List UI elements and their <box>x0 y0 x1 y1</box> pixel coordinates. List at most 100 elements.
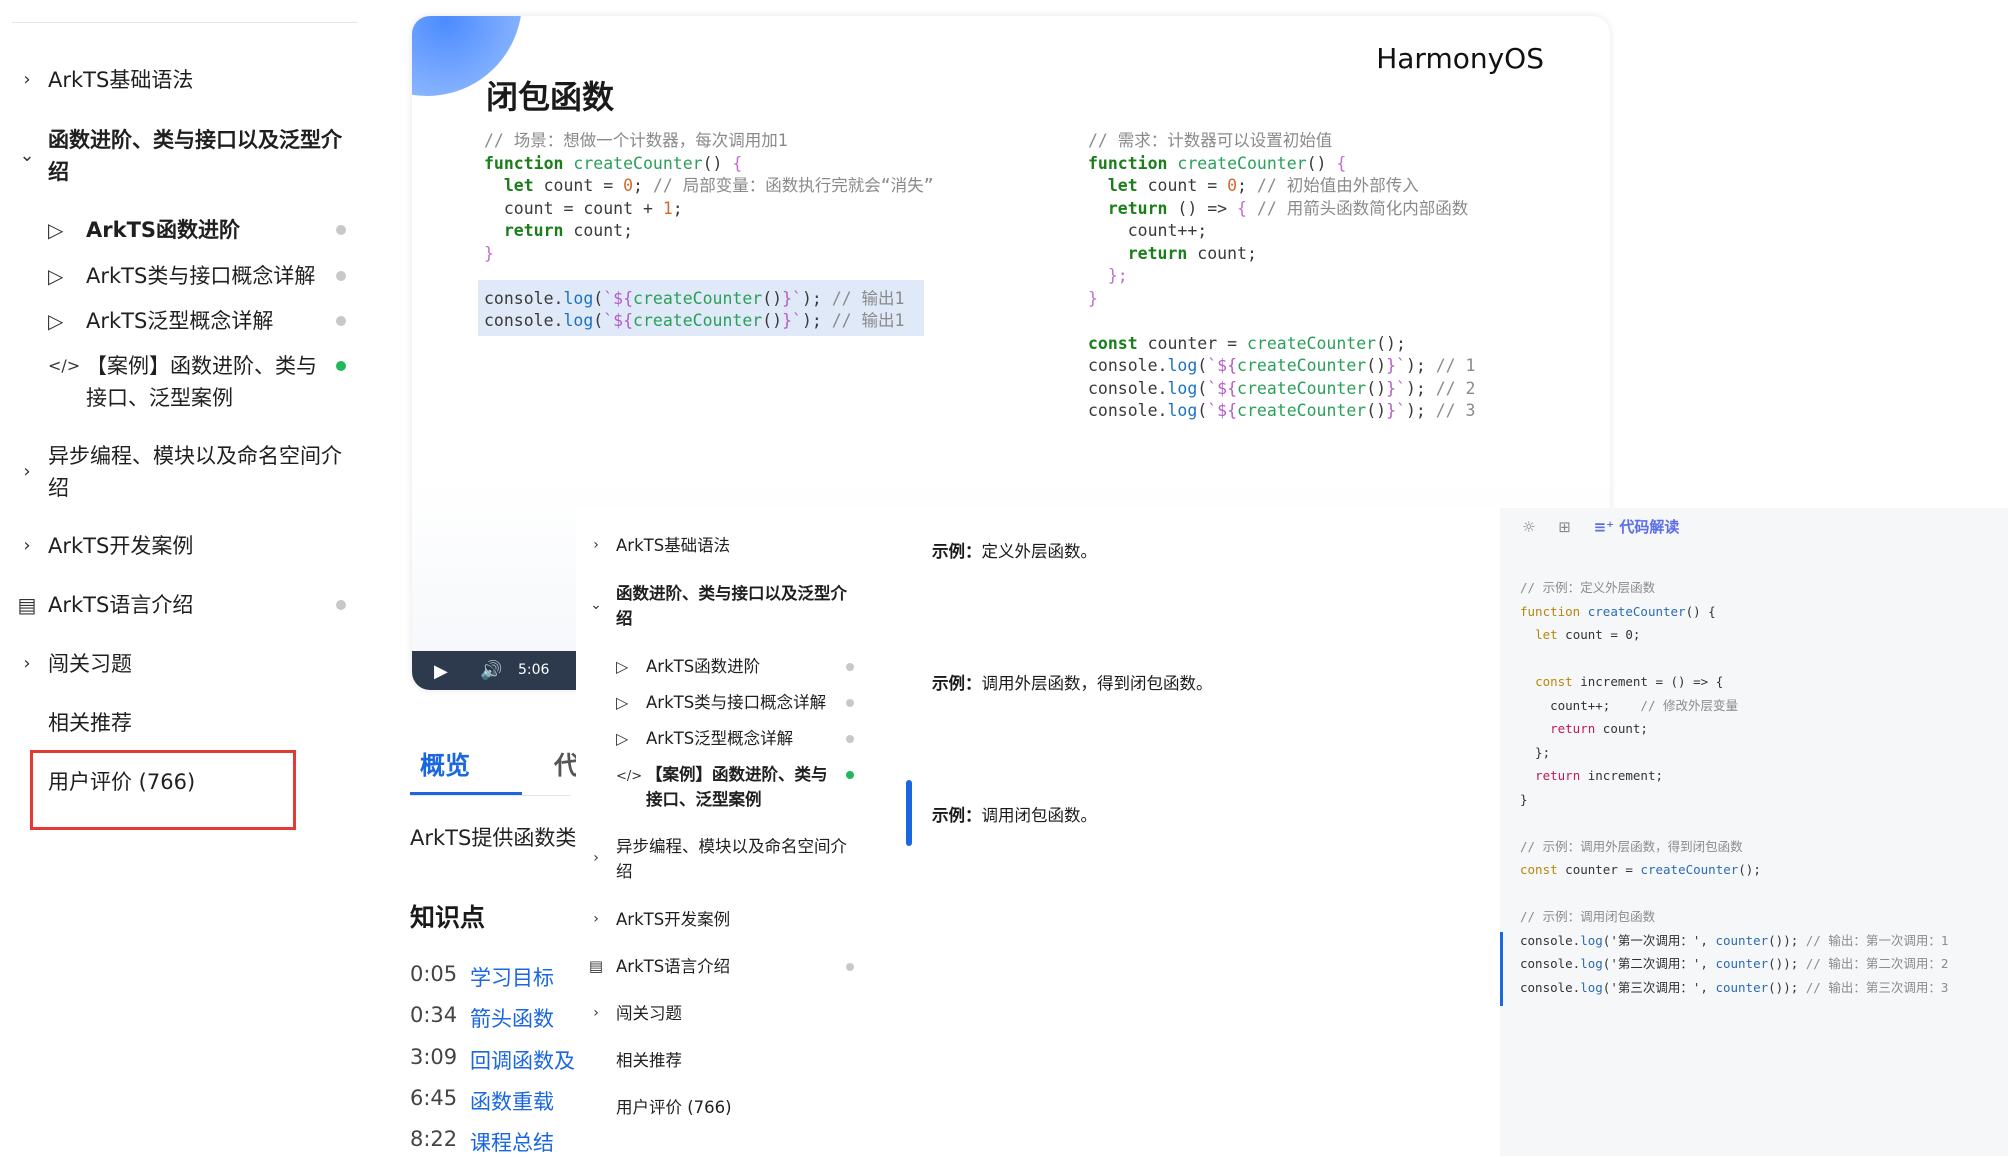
play-outline-icon: ▷ <box>616 693 629 712</box>
popup-item-label: ArkTS开发案例 <box>616 910 731 929</box>
document-icon: ▤ <box>588 957 604 975</box>
popup-item-label: 【案例】函数进阶、类与 <box>646 765 828 784</box>
kp-link[interactable]: 回调函数及 <box>470 1045 575 1075</box>
sidebar-item-label: ArkTS语言介绍 <box>48 593 194 617</box>
brand-logo: HarmonyOS <box>1376 42 1544 75</box>
chevron-right-icon: › <box>593 911 599 927</box>
knowledge-points-title: 知识点 <box>410 903 486 932</box>
chevron-right-icon: › <box>23 69 31 90</box>
sidebar-item-label: 相关推荐 <box>48 711 132 735</box>
popup-item-label: 异步编程、模块以及命名空间介 <box>616 837 847 856</box>
progress-dot <box>846 963 854 971</box>
knowledge-point-row[interactable]: 6:45 函数重载 <box>410 1086 554 1114</box>
chevron-right-icon: › <box>23 461 31 482</box>
popup-item-label-line2: 接口、泛型案例 <box>646 790 762 809</box>
popup-item-label: ArkTS基础语法 <box>616 536 731 555</box>
code-icon: </> <box>48 356 81 375</box>
chevron-down-icon: ⌄ <box>590 597 602 613</box>
sidebar-item-label-line2: 绍 <box>48 476 69 500</box>
kp-time: 3:09 <box>410 1045 458 1069</box>
example-label-define: 示例：定义外层函数。 <box>932 542 1097 561</box>
chevron-right-icon: › <box>23 653 31 674</box>
progress-dot <box>846 663 854 671</box>
sidebar-item-label: ArkTS基础语法 <box>48 68 194 92</box>
course-sidebar: › ArkTS基础语法 ⌄ 函数进阶、类与接口以及泛型介 绍 ▷ ArkTS函数… <box>0 0 380 1156</box>
sidebar-item-label: 闯关习题 <box>48 652 132 676</box>
play-outline-icon: ▷ <box>616 729 629 748</box>
play-outline-icon: ▷ <box>48 218 64 242</box>
play-icon[interactable]: ▶ <box>434 661 448 682</box>
theme-icon[interactable]: ☼ <box>1522 518 1535 536</box>
chevron-right-icon: › <box>593 850 599 866</box>
code-explain-button[interactable]: ≡⁺ 代码解读 <box>1594 518 1698 536</box>
progress-dot <box>846 699 854 707</box>
tab-active-indicator <box>410 792 522 795</box>
video-time: 5:06 <box>518 662 550 678</box>
sidebar-item-label: 异步编程、模块以及命名空间介 <box>48 444 342 468</box>
kp-time: 0:05 <box>410 962 458 986</box>
example-label-call-outer: 示例：调用外层函数，得到闭包函数。 <box>932 674 1213 693</box>
code-toolbar: ☼ ⊞ ≡⁺ 代码解读 <box>1522 516 1715 537</box>
code-block-left: // 场景：想做一个计数器，每次调用加1 function createCoun… <box>484 131 934 330</box>
chevron-down-icon: ⌄ <box>19 145 35 166</box>
sidebar-item-label: 函数进阶、类与接口以及泛型介 <box>48 128 342 152</box>
kp-link[interactable]: 函数重载 <box>470 1086 554 1116</box>
document-icon: ▤ <box>17 593 37 617</box>
sidebar-item-label: 【案例】函数进阶、类与 <box>86 354 317 378</box>
play-outline-icon: ▷ <box>48 264 64 288</box>
progress-dot-complete <box>336 361 346 371</box>
popup-item-label: ArkTS类与接口概念详解 <box>646 693 827 712</box>
copy-icon[interactable]: ⊞ <box>1558 518 1571 536</box>
highlight-box <box>30 750 296 830</box>
popup-item-label: 用户评价 (766) <box>616 1098 732 1117</box>
play-outline-icon: ▷ <box>48 309 64 333</box>
overlay-panel: › ArkTS基础语法 ⌄ 函数进阶、类与接口以及泛型介 绍 ▷ ArkTS函数… <box>576 508 1508 1156</box>
code-panel: ☼ ⊞ ≡⁺ 代码解读 // 示例：定义外层函数 function create… <box>1500 508 2008 1156</box>
popup-item-label: 相关推荐 <box>616 1051 682 1070</box>
code-highlight-bar <box>1500 932 1503 1006</box>
popup-item-label-line2: 绍 <box>616 862 633 881</box>
chevron-right-icon: › <box>593 1005 599 1021</box>
code-content: // 示例：定义外层函数 function createCounter() { … <box>1520 580 1949 995</box>
tab-divider <box>410 795 570 796</box>
progress-dot <box>336 316 346 326</box>
example-active-indicator <box>906 780 912 846</box>
example-label-call-closure: 示例：调用闭包函数。 <box>932 806 1097 825</box>
knowledge-point-row[interactable]: 3:09 回调函数及 <box>410 1045 575 1073</box>
sidebar-divider <box>12 22 358 23</box>
popup-item-label-line2: 绍 <box>616 609 633 628</box>
popup-item-label: ArkTS语言介绍 <box>616 957 731 976</box>
knowledge-point-row[interactable]: 0:34 箭头函数 <box>410 1003 554 1031</box>
course-intro-text: ArkTS提供函数类 <box>410 826 577 850</box>
kp-link[interactable]: 箭头函数 <box>470 1003 554 1033</box>
chevron-right-icon: › <box>593 537 599 553</box>
play-outline-icon: ▷ <box>616 657 629 676</box>
kp-time: 8:22 <box>410 1127 458 1151</box>
slide-title: 闭包函数 <box>486 78 615 116</box>
tab-overview[interactable]: 概览 <box>420 746 470 782</box>
popup-item-label: 函数进阶、类与接口以及泛型介 <box>616 584 847 603</box>
popup-item-label: ArkTS函数进阶 <box>646 657 761 676</box>
sidebar-item-label: ArkTS开发案例 <box>48 534 194 558</box>
popup-item-label: 闯关习题 <box>616 1004 682 1023</box>
kp-link[interactable]: 学习目标 <box>470 962 554 992</box>
kp-time: 0:34 <box>410 1003 458 1027</box>
popup-item-label: ArkTS泛型概念详解 <box>646 729 794 748</box>
sidebar-item-label: ArkTS类与接口概念详解 <box>86 264 316 288</box>
sidebar-item-label: ArkTS函数进阶 <box>86 218 241 242</box>
progress-dot <box>336 600 346 610</box>
volume-icon[interactable]: 🔊 <box>480 660 502 681</box>
progress-dot <box>336 225 346 235</box>
sidebar-item-label-line2: 接口、泛型案例 <box>86 386 233 410</box>
code-block-right: // 需求：计数器可以设置初始值 function createCounter(… <box>1088 131 1476 420</box>
kp-link[interactable]: 课程总结 <box>470 1127 554 1157</box>
progress-dot <box>846 735 854 743</box>
knowledge-point-row[interactable]: 8:22 课程总结 <box>410 1127 554 1155</box>
sidebar-item-label-line2: 绍 <box>48 160 69 184</box>
kp-time: 6:45 <box>410 1086 458 1110</box>
progress-dot-complete <box>846 771 854 779</box>
progress-dot <box>336 271 346 281</box>
code-icon: </> <box>616 769 643 784</box>
chevron-right-icon: › <box>23 535 31 556</box>
knowledge-point-row[interactable]: 0:05 学习目标 <box>410 962 554 990</box>
